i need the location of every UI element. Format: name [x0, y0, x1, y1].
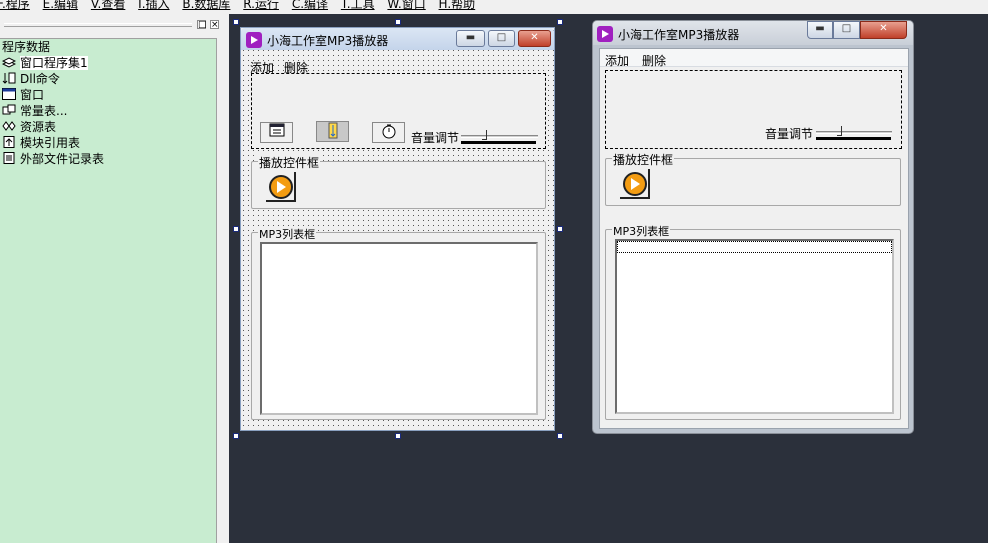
tree-root[interactable]: 程序数据	[2, 39, 50, 55]
preview-client: 添加 删除 音量调节 播放控件框 MP3列表框	[599, 48, 909, 429]
resize-handle-nw[interactable]	[233, 19, 239, 25]
menu-insert[interactable]: I.插入	[138, 0, 169, 10]
tree-item-dll[interactable]: Dll命令	[2, 71, 60, 87]
resize-handle-w[interactable]	[233, 226, 239, 232]
menu-edit[interactable]: E.编辑	[43, 0, 78, 10]
resize-handle-s[interactable]	[395, 433, 401, 439]
calendar-button[interactable]	[260, 122, 293, 143]
panel-grip[interactable]	[4, 23, 192, 27]
mp3-listbox[interactable]	[260, 242, 538, 415]
panel-close-button[interactable]: ×	[210, 20, 219, 30]
app-icon	[597, 26, 613, 42]
preview-mp3-list-group: MP3列表框	[605, 223, 901, 420]
volume-baseline	[461, 141, 536, 144]
window-set-icon	[1, 56, 17, 68]
project-panel: □ × 程序数据 窗口程序集1 Dll命令 窗口 常量表... 资源表 模块引用…	[0, 14, 229, 543]
tree-item-label: 模块引用表	[20, 136, 81, 150]
play-triangle	[277, 181, 286, 193]
minimize-button[interactable]: ▬	[456, 30, 485, 47]
timer-button[interactable]	[372, 122, 405, 143]
preview-menu-delete[interactable]: 删除	[642, 52, 666, 69]
file-icon	[325, 122, 341, 143]
panel-header: □ ×	[0, 18, 222, 32]
dll-icon	[2, 72, 16, 84]
file-record-icon	[2, 152, 16, 164]
tree-item-window[interactable]: 窗口	[2, 87, 44, 103]
tree-item-file-records[interactable]: 外部文件记录表	[2, 151, 104, 167]
preview-window-titlebar[interactable]: 小海工作室MP3播放器 ▬ □ ✕	[593, 21, 913, 45]
preview-volume-label: 音量调节	[765, 127, 814, 141]
preview-window-title: 小海工作室MP3播放器	[618, 28, 740, 42]
resource-icon	[2, 120, 16, 132]
play-group-label: 播放控件框	[258, 154, 321, 171]
volume-track	[461, 135, 538, 138]
preview-close-button[interactable]: ✕	[860, 21, 907, 39]
window-icon	[2, 88, 16, 100]
menu-program[interactable]: F.程序	[0, 0, 30, 10]
play-button[interactable]	[266, 172, 296, 202]
toolbar-container[interactable]: 音量调节	[251, 73, 546, 149]
preview-volume-thumb[interactable]	[837, 126, 842, 136]
resize-handle-ne[interactable]	[557, 19, 563, 25]
preview-play-control-group: 播放控件框	[605, 151, 901, 206]
module-icon	[2, 136, 16, 148]
preview-maximize-button[interactable]: □	[833, 21, 860, 39]
preview-minimize-button[interactable]: ▬	[807, 21, 833, 39]
tree-root-label: 程序数据	[2, 40, 51, 54]
menu-run[interactable]: R.运行	[243, 0, 279, 10]
menu-help[interactable]: H.帮助	[439, 0, 476, 10]
tree-item-label: Dll命令	[20, 72, 60, 86]
file-button[interactable]	[316, 121, 349, 142]
menu-database[interactable]: B.数据库	[182, 0, 230, 10]
preview-play-button[interactable]	[620, 169, 650, 199]
preview-list-group-label: MP3列表框	[612, 223, 671, 239]
close-button[interactable]: ✕	[518, 30, 551, 47]
preview-menubar: 添加 删除	[600, 49, 908, 69]
volume-slider[interactable]	[461, 130, 538, 144]
volume-label: 音量调节	[411, 131, 460, 145]
tree-item-label: 常量表...	[20, 104, 68, 118]
stopwatch-icon	[381, 124, 397, 142]
mp3-list-group: MP3列表框	[251, 226, 546, 420]
design-window-title: 小海工作室MP3播放器	[267, 34, 389, 48]
constant-icon	[2, 104, 16, 116]
tree-item-label: 资源表	[20, 120, 57, 134]
play-triangle	[631, 178, 640, 190]
menu-compile[interactable]: C.编译	[292, 0, 328, 10]
preview-menu-add[interactable]: 添加	[605, 52, 629, 69]
menu-tools[interactable]: T.工具	[341, 0, 375, 10]
preview-toolbar-container: 音量调节	[605, 70, 902, 149]
resize-handle-e[interactable]	[557, 226, 563, 232]
preview-window[interactable]: 小海工作室MP3播放器 ▬ □ ✕ 添加 删除 音量调节 播放控件框 MP3列表…	[592, 20, 914, 434]
tree-item-modules[interactable]: 模块引用表	[2, 135, 80, 151]
preview-volume-track	[816, 131, 892, 134]
tree-item-label: 外部文件记录表	[20, 152, 105, 166]
resize-handle-sw[interactable]	[233, 433, 239, 439]
app-icon	[246, 32, 262, 48]
play-control-group: 播放控件框	[251, 154, 546, 209]
panel-restore-button[interactable]: □	[197, 20, 207, 30]
menu-view[interactable]: V.查看	[91, 0, 125, 10]
preview-mp3-listbox[interactable]	[615, 239, 894, 414]
calendar-icon	[269, 123, 285, 140]
maximize-button[interactable]: □	[488, 30, 515, 47]
program-tree: 程序数据 窗口程序集1 Dll命令 窗口 常量表... 资源表 模块引用表 外部…	[0, 38, 217, 543]
tree-item-label: 窗口程序集1	[20, 56, 88, 70]
resize-handle-n[interactable]	[395, 19, 401, 25]
design-window-titlebar[interactable]: 小海工作室MP3播放器 ▬ □ ✕	[241, 28, 554, 50]
preview-volume-baseline	[816, 137, 891, 140]
main-menubar: F.程序 E.编辑 V.查看 I.插入 B.数据库 R.运行 C.编译 T.工具…	[0, 0, 988, 14]
volume-thumb[interactable]	[482, 130, 487, 140]
design-window[interactable]: 小海工作室MP3播放器 ▬ □ ✕ 添加 删除 音量调节 播放控件框 MP3列表…	[240, 27, 555, 431]
preview-volume-slider[interactable]	[816, 126, 892, 140]
preview-play-group-label: 播放控件框	[612, 151, 675, 168]
tree-item-window-set[interactable]: 窗口程序集1	[1, 55, 88, 71]
tree-item-constants[interactable]: 常量表...	[2, 103, 67, 119]
menu-window[interactable]: W.窗口	[387, 0, 425, 10]
list-group-label: MP3列表框	[258, 226, 317, 242]
resize-handle-se[interactable]	[557, 433, 563, 439]
tree-item-label: 窗口	[20, 88, 45, 102]
tree-item-resources[interactable]: 资源表	[2, 119, 56, 135]
listbox-focus-row	[617, 241, 892, 253]
